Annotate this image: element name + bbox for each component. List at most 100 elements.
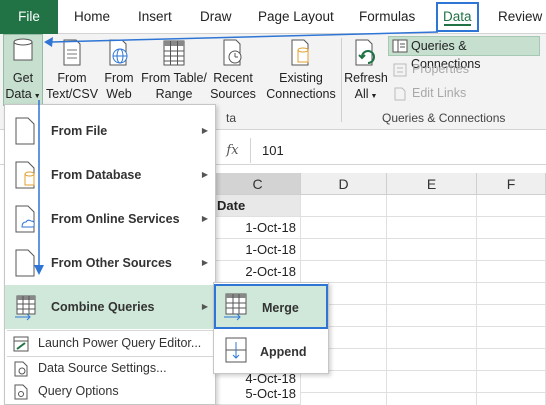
tab-file[interactable]: File xyxy=(0,0,58,34)
column-header-d[interactable]: D xyxy=(301,173,387,195)
grid-cell[interactable] xyxy=(301,261,387,283)
from-file-label: From File xyxy=(51,124,108,138)
grid-cell[interactable] xyxy=(477,239,546,261)
existing-connections-button[interactable]: Existing Connections xyxy=(264,36,338,102)
get-data-label-2: Data xyxy=(5,87,32,101)
combine-queries-label: Combine Queries xyxy=(51,300,155,314)
from-text-csv-button[interactable]: From Text/CSV xyxy=(46,36,98,102)
grid-cell[interactable] xyxy=(387,283,477,305)
query-options-label: Query Options xyxy=(38,384,119,398)
menu-item-from-file[interactable]: From File ▶ xyxy=(5,109,215,153)
grid-cell[interactable] xyxy=(301,195,387,217)
tab-draw[interactable]: Draw xyxy=(200,0,232,34)
combine-queries-submenu: Merge Append xyxy=(213,282,329,374)
tab-insert[interactable]: Insert xyxy=(138,0,172,34)
edit-links-button[interactable]: Edit Links xyxy=(390,86,466,101)
tab-page-layout[interactable]: Page Layout xyxy=(258,0,334,34)
power-query-editor-icon xyxy=(13,336,29,352)
submenu-arrow-icon: ▶ xyxy=(201,214,208,223)
menu-item-from-database[interactable]: From Database ▶ xyxy=(5,153,215,197)
column-header-f[interactable]: F xyxy=(477,173,546,195)
grid-cell[interactable] xyxy=(477,349,546,371)
insert-function-button[interactable]: fx xyxy=(215,138,251,163)
grid-cell[interactable] xyxy=(387,261,477,283)
tab-formulas[interactable]: Formulas xyxy=(359,0,415,34)
combine-queries-icon xyxy=(15,295,36,321)
recent-sources-button[interactable]: Recent Sources xyxy=(210,36,256,102)
cell-c-row[interactable]: 1-Oct-18 xyxy=(215,239,301,261)
grid-cell[interactable] xyxy=(387,305,477,327)
grid-cell[interactable] xyxy=(387,371,477,393)
submenu-arrow-icon: ▶ xyxy=(201,126,208,135)
from-web-button[interactable]: From Web xyxy=(100,36,138,102)
tab-review[interactable]: Review xyxy=(498,0,542,34)
cell-c-header[interactable]: Date xyxy=(215,195,301,217)
get-data-button[interactable]: Get Data ▼ xyxy=(3,34,43,106)
grid-cell[interactable] xyxy=(477,327,546,349)
database-icon xyxy=(13,38,33,61)
submenu-arrow-icon: ▶ xyxy=(201,258,208,267)
menu-item-from-online-services[interactable]: From Online Services ▶ xyxy=(5,197,215,241)
menu-item-query-options[interactable]: Query Options xyxy=(5,380,215,403)
properties-button[interactable]: Properties xyxy=(390,62,469,77)
refresh-label-1: Refresh xyxy=(344,71,388,85)
cell-c-row[interactable]: 5-Oct-18 xyxy=(215,383,301,405)
group-label-get-transform: ta xyxy=(226,111,237,125)
edit-links-icon xyxy=(394,87,406,101)
refresh-label-2: All xyxy=(354,87,369,101)
from-web-label-1: From xyxy=(104,71,134,85)
ds-settings-label: Data Source Settings... xyxy=(38,361,167,375)
submenu-item-append[interactable]: Append xyxy=(214,330,328,375)
queries-pane-icon xyxy=(392,39,408,53)
dropdown-arrow-icon: ▼ xyxy=(31,93,41,100)
menu-item-data-source-settings[interactable]: Data Source Settings... xyxy=(5,357,215,380)
tab-data[interactable]: Data xyxy=(436,2,479,32)
tab-home[interactable]: Home xyxy=(74,0,110,34)
grid-cell[interactable] xyxy=(387,217,477,239)
grid-cell[interactable] xyxy=(387,393,477,405)
group-separator xyxy=(341,38,342,122)
from-other-label: From Other Sources xyxy=(51,256,172,270)
menu-item-launch-power-query[interactable]: Launch Power Query Editor... xyxy=(5,332,215,355)
grid-cell[interactable] xyxy=(477,305,546,327)
grid-cell[interactable] xyxy=(477,283,546,305)
menu-separator xyxy=(7,330,213,331)
database-file-icon xyxy=(15,161,35,189)
grid-cell[interactable] xyxy=(477,393,546,405)
grid-cell[interactable] xyxy=(477,217,546,239)
connections-icon xyxy=(291,39,309,66)
menu-item-from-other-sources[interactable]: From Other Sources ▶ xyxy=(5,241,215,285)
table-icon xyxy=(163,40,185,66)
submenu-arrow-icon: ▶ xyxy=(201,302,208,311)
grid-cell[interactable] xyxy=(301,393,387,405)
grid-cell[interactable] xyxy=(477,261,546,283)
refresh-all-button[interactable]: Refresh All ▼ xyxy=(344,36,388,105)
merge-icon xyxy=(224,293,247,321)
recent-sources-label-1: Recent xyxy=(213,71,253,85)
from-text-label-1: From xyxy=(57,71,87,85)
active-tab-underline xyxy=(444,24,471,26)
from-table-range-button[interactable]: From Table/ Range xyxy=(140,36,208,102)
queries-connections-button[interactable]: Queries & Connections xyxy=(388,36,540,71)
grid-cell[interactable] xyxy=(477,195,546,217)
menu-item-combine-queries[interactable]: Combine Queries ▶ xyxy=(5,285,215,329)
submenu-item-merge[interactable]: Merge xyxy=(214,284,328,329)
column-header-e[interactable]: E xyxy=(387,173,477,195)
file-icon xyxy=(15,117,35,145)
grid-cell[interactable] xyxy=(301,217,387,239)
query-options-icon xyxy=(14,384,28,400)
grid-cell[interactable] xyxy=(301,239,387,261)
grid-cell[interactable] xyxy=(387,195,477,217)
cell-c-row[interactable]: 1-Oct-18 xyxy=(215,217,301,239)
cell-c-row[interactable]: 2-Oct-18 xyxy=(215,261,301,283)
grid-cell[interactable] xyxy=(477,371,546,393)
column-header-c[interactable]: C xyxy=(215,173,301,195)
grid-cell[interactable] xyxy=(387,327,477,349)
data-source-settings-icon xyxy=(14,361,28,377)
append-icon xyxy=(225,337,247,363)
formula-input[interactable]: 101 xyxy=(262,138,284,163)
from-online-label: From Online Services xyxy=(51,212,180,226)
grid-cell[interactable] xyxy=(387,349,477,371)
properties-icon xyxy=(393,63,407,77)
grid-cell[interactable] xyxy=(387,239,477,261)
